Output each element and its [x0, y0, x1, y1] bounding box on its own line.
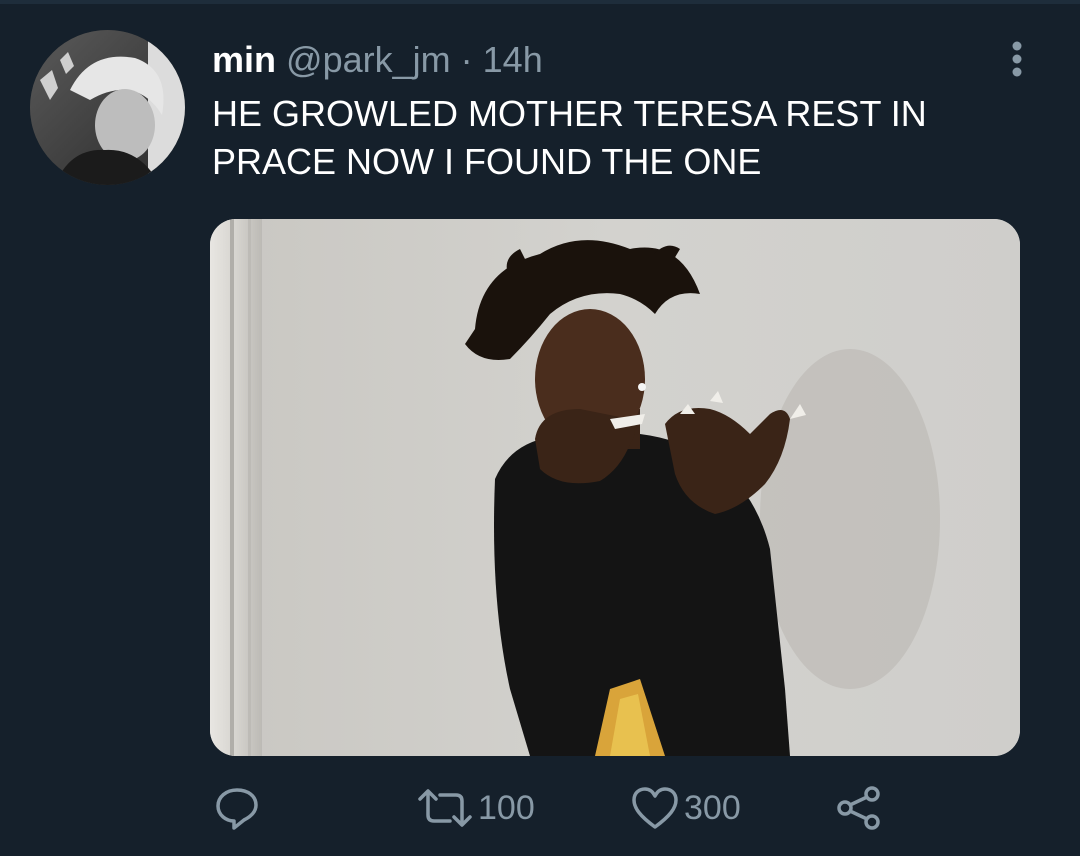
more-vertical-icon: [1012, 41, 1022, 77]
tweet-text: HE GROWLED MOTHER TERESA REST IN PRACE N…: [212, 93, 927, 182]
share-icon: [837, 786, 880, 830]
retweet-count: 100: [478, 788, 535, 827]
like-button[interactable]: 300: [630, 776, 741, 840]
tweet-time[interactable]: 14h: [483, 39, 543, 80]
display-name[interactable]: min: [212, 39, 276, 80]
like-count: 300: [684, 788, 741, 827]
user-handle[interactable]: @park_jm: [286, 39, 451, 80]
more-options-button[interactable]: [1004, 40, 1030, 80]
tweet-header: min @park_jm · 14h: [212, 38, 543, 82]
photo-icon: [210, 219, 1020, 756]
avatar-photo-icon: [30, 30, 185, 185]
heart-icon: [632, 787, 678, 829]
share-button[interactable]: [834, 776, 884, 840]
tweet-media[interactable]: [210, 219, 1020, 756]
retweet-icon: [418, 789, 472, 827]
tweet-actions: 100 300: [0, 776, 1080, 840]
header-separator: ·: [460, 39, 473, 80]
reply-button[interactable]: [214, 776, 260, 840]
retweet-button[interactable]: 100: [416, 776, 535, 840]
reply-icon: [216, 788, 258, 830]
avatar[interactable]: [30, 30, 185, 185]
tweet[interactable]: min @park_jm · 14h HE GROWLED MOTHER TER…: [0, 4, 1080, 856]
